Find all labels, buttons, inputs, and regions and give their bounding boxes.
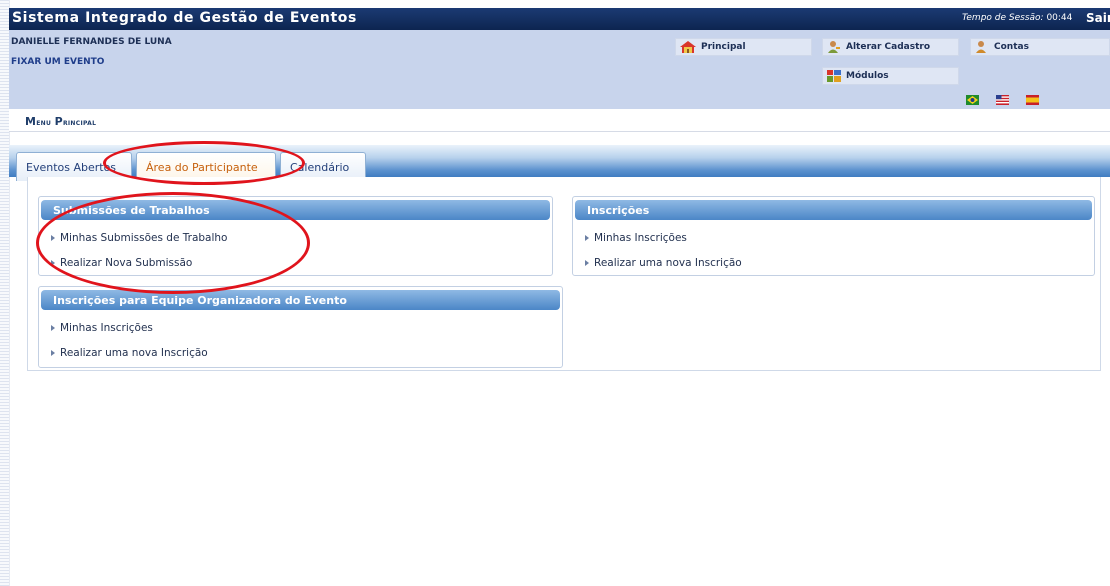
modules-icon bbox=[827, 70, 841, 82]
tab-label: Calendário bbox=[290, 160, 350, 174]
arrow-right-icon bbox=[51, 235, 55, 241]
user-edit-icon bbox=[828, 41, 840, 53]
usa-flag-icon[interactable] bbox=[996, 95, 1009, 105]
system-title: Sistema Integrado de Gestão de Eventos bbox=[12, 10, 357, 26]
main-menu-bar: Menu Principal bbox=[9, 109, 1110, 132]
panel-equipe-organizadora: Inscrições para Equipe Organizadora do E… bbox=[38, 286, 563, 368]
principal-label: Principal bbox=[701, 42, 746, 52]
link-minhas-submissoes[interactable]: Minhas Submissões de Trabalho bbox=[51, 232, 227, 244]
panel-inscricoes-header: Inscrições bbox=[575, 200, 1092, 220]
system-header-bar: Sistema Integrado de Gestão de Eventos T… bbox=[9, 8, 1110, 30]
panel-submissoes-header: Submissões de Trabalhos bbox=[41, 200, 550, 220]
session-time: 00:44 bbox=[1046, 13, 1073, 23]
home-icon bbox=[680, 41, 696, 53]
panel-inscricoes: Inscrições Minhas Inscrições Realizar um… bbox=[572, 196, 1095, 276]
panel-equipe-header: Inscrições para Equipe Organizadora do E… bbox=[41, 290, 560, 310]
brazil-flag-icon[interactable] bbox=[966, 95, 979, 105]
arrow-right-icon bbox=[51, 350, 55, 356]
tab-label: Área do Participante bbox=[146, 160, 258, 174]
alterar-cadastro-label: Alterar Cadastro bbox=[846, 42, 931, 52]
fix-event-link[interactable]: FIXAR UM EVENTO bbox=[11, 57, 104, 67]
modulos-label: Módulos bbox=[846, 71, 889, 81]
link-minhas-inscricoes[interactable]: Minhas Inscrições bbox=[585, 232, 687, 244]
principal-link[interactable]: Principal bbox=[675, 38, 812, 56]
alterar-cadastro-link[interactable]: Alterar Cadastro bbox=[822, 38, 959, 56]
user-name: DANIELLE FERNANDES DE LUNA bbox=[11, 37, 172, 47]
arrow-right-icon bbox=[51, 325, 55, 331]
contas-link[interactable]: Contas bbox=[970, 38, 1110, 56]
contas-label: Contas bbox=[994, 42, 1029, 52]
link-equipe-minhas-inscricoes[interactable]: Minhas Inscrições bbox=[51, 322, 153, 334]
arrow-right-icon bbox=[51, 260, 55, 266]
tab-label: Eventos Abertos bbox=[26, 160, 117, 174]
session-timer: Tempo de Sessão: 00:44 bbox=[962, 13, 1072, 23]
logout-link[interactable]: Sair bbox=[1086, 11, 1110, 25]
link-equipe-realizar-nova-inscricao[interactable]: Realizar uma nova Inscrição bbox=[51, 347, 208, 359]
main-menu-title: Menu Principal bbox=[25, 115, 97, 128]
link-realizar-nova-submissao[interactable]: Realizar Nova Submissão bbox=[51, 257, 192, 269]
arrow-right-icon bbox=[585, 260, 589, 266]
modulos-link[interactable]: Módulos bbox=[822, 67, 959, 85]
arrow-right-icon bbox=[585, 235, 589, 241]
spain-flag-icon[interactable] bbox=[1026, 95, 1039, 105]
user-accounts-icon bbox=[976, 41, 986, 53]
link-realizar-nova-inscricao[interactable]: Realizar uma nova Inscrição bbox=[585, 257, 742, 269]
session-label: Tempo de Sessão: bbox=[962, 13, 1044, 23]
panel-submissoes: Submissões de Trabalhos Minhas Submissõe… bbox=[38, 196, 553, 276]
